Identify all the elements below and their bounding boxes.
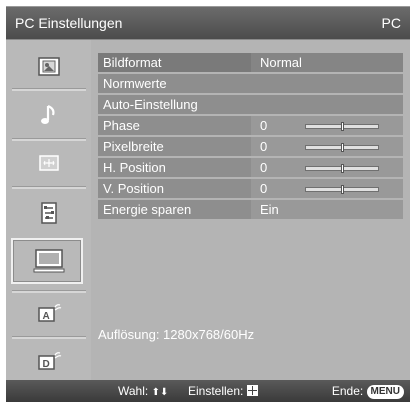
menu-row-auto-einstellung[interactable]: Auto-Einstellung [98,95,403,114]
menu-button-icon: MENU [366,384,404,399]
svg-text:A: A [42,311,49,322]
menu-row-bildformat[interactable]: Bildformat Normal [98,53,403,72]
hint-set: Einstellen: [188,384,258,398]
svg-text:D: D [42,359,49,370]
row-value: Normal [251,53,403,72]
sidebar-item-sound[interactable] [6,92,91,138]
row-label: V. Position [103,181,164,196]
row-value: 0 [260,160,268,175]
menu-row-v-position[interactable]: V. Position 0 [98,179,403,198]
sidebar-separator [12,186,86,189]
row-label: Auto-Einstellung [103,97,198,112]
row-label: Normwerte [103,76,167,91]
slider-thumb[interactable] [340,164,344,173]
menu-row-energie-sparen[interactable]: Energie sparen Ein [98,200,403,219]
menu-title: PC Einstellungen [15,15,123,31]
slider-thumb[interactable] [340,122,344,131]
row-value [251,74,403,93]
hint-exit-label: Ende: [331,384,364,398]
menu-row-pixelbreite[interactable]: Pixelbreite 0 [98,137,403,156]
sidebar-item-digital[interactable]: D [6,338,91,384]
resolution-info: Auflösung: 1280x768/60Hz [98,327,255,342]
row-value-cell: 0 [251,179,403,198]
up-down-arrows-icon: ⬆⬇ [151,387,169,398]
picture-icon [37,57,60,76]
row-value-cell: 0 [251,137,403,156]
v-position-slider[interactable] [305,185,379,194]
osd-screen: PC Einstellungen PC A D Bildformat Norma… [0,0,417,404]
phase-slider[interactable] [305,122,379,131]
sidebar-item-setup[interactable] [6,190,91,236]
sidebar: A D [6,40,91,381]
menu-row-h-position[interactable]: H. Position 0 [98,158,403,177]
sidebar-separator [12,88,86,91]
footer-bar: Wahl: ⬆⬇ Einstellen: Ende: MENU [6,380,410,402]
row-label: Energie sparen [103,202,192,217]
analog-antenna-icon: A [37,304,61,322]
row-value: 0 [260,139,268,154]
screen-setup-icon [38,155,59,171]
settings-menu: Bildformat Normal Normwerte Auto-Einstel… [98,53,403,221]
hint-select-label: Wahl: [118,384,149,398]
row-value: Ein [251,200,403,219]
settings-list-icon [40,202,57,224]
sidebar-item-analog[interactable]: A [6,290,91,336]
hint-exit: Ende: MENU [332,384,404,399]
music-note-icon [40,104,55,124]
row-label: Bildformat [103,55,162,70]
menu-row-normwerte[interactable]: Normwerte [98,74,403,93]
row-label: Phase [103,118,140,133]
input-source-label: PC [381,15,401,31]
slider-thumb[interactable] [340,143,344,152]
menu-body: A D Bildformat Normal Normwerte Auto-Ein… [6,39,410,381]
row-value-cell: 0 [251,158,403,177]
row-label: H. Position [103,160,166,175]
pc-monitor-icon [33,249,64,273]
row-value: 0 [260,118,268,133]
hint-set-label: Einstellen: [188,384,244,398]
h-position-slider[interactable] [305,164,379,173]
slider-thumb[interactable] [340,185,344,194]
menu-row-phase[interactable]: Phase 0 [98,116,403,135]
hint-select: Wahl: ⬆⬇ [118,384,168,398]
sidebar-item-pc[interactable] [6,236,91,286]
sidebar-item-screen[interactable] [6,140,91,186]
title-bar: PC Einstellungen PC [6,6,410,39]
pixelbreite-slider[interactable] [305,143,379,152]
sidebar-item-picture[interactable] [6,44,91,90]
digital-antenna-icon: D [37,352,61,370]
row-value: 0 [260,181,268,196]
row-value-cell: 0 [251,116,403,135]
enter-button-icon [246,385,258,396]
row-label: Pixelbreite [103,139,164,154]
row-value [251,95,403,114]
